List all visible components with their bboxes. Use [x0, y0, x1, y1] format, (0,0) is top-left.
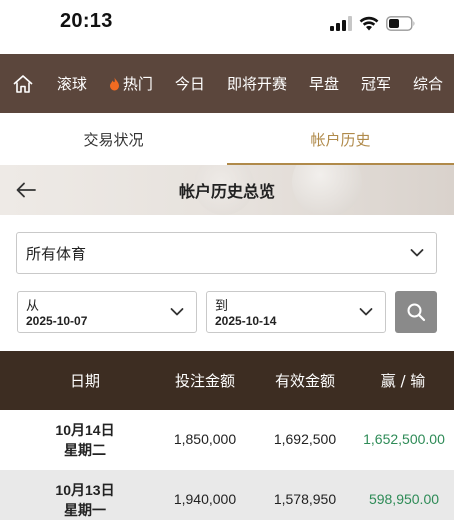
row-valid: 1,578,950: [273, 491, 337, 507]
date-from-value: 2025-10-07: [26, 314, 88, 328]
row-date: 10月14日 星期二: [55, 422, 115, 458]
tab-account-history[interactable]: 帐户历史: [227, 113, 454, 165]
date-to-value: 2025-10-14: [215, 314, 277, 328]
page-header: 帐户历史总览: [0, 165, 454, 215]
sport-select[interactable]: 所有体育: [16, 232, 437, 274]
battery-icon: [386, 15, 416, 31]
page-title: 帐户历史总览: [178, 182, 275, 201]
status-time: 20:13: [60, 10, 113, 32]
nav-item-today[interactable]: 今日: [164, 54, 216, 113]
row-valid: 1,692,500: [273, 431, 337, 447]
nav-item-early[interactable]: 早盘: [298, 54, 350, 113]
nav-item-hot[interactable]: 热门: [98, 54, 164, 113]
chevron-down-icon: [410, 249, 424, 258]
tab-bar: 交易状况 帐户历史: [0, 113, 454, 165]
row-stake: 1,850,000: [173, 431, 237, 447]
row-stake: 1,940,000: [173, 491, 237, 507]
nav-item-live[interactable]: 滚球: [46, 54, 98, 113]
row-date: 10月13日 星期一: [55, 482, 115, 518]
tab-transaction-status[interactable]: 交易状况: [0, 113, 227, 165]
nav-item-combo[interactable]: 综合: [402, 54, 454, 113]
column-header-stake: 投注金额: [174, 372, 235, 390]
table-row[interactable]: 10月14日 星期二 1,850,000 1,692,500 1,652,500…: [0, 410, 454, 470]
row-result: 598,950.00: [368, 491, 440, 507]
signal-icon: [330, 15, 352, 31]
chevron-down-icon: [170, 308, 184, 317]
search-button[interactable]: [395, 291, 437, 333]
sport-select-value: 所有体育: [26, 244, 87, 263]
wifi-icon: [359, 16, 379, 31]
column-header-date: 日期: [69, 372, 100, 390]
date-to-label: 到: [215, 299, 229, 314]
date-to-select[interactable]: 到 2025-10-14: [206, 291, 386, 333]
table-row[interactable]: 10月13日 星期一 1,940,000 1,578,950 598,950.0…: [0, 470, 454, 520]
top-nav: 滚球 热门 今日 即将开赛 早盘 冠军 综合: [0, 54, 454, 113]
chevron-down-icon: [359, 308, 373, 317]
table-header: 日期 投注金额 有效金额 赢 / 输: [0, 351, 454, 410]
search-icon: [407, 303, 426, 322]
date-from-select[interactable]: 从 2025-10-07: [17, 291, 197, 333]
home-icon[interactable]: [0, 54, 46, 113]
row-result: 1,652,500.00: [363, 431, 445, 447]
status-icons: [330, 13, 416, 33]
back-arrow-icon[interactable]: [12, 177, 40, 203]
nav-item-upcoming[interactable]: 即将开赛: [216, 54, 298, 113]
column-header-valid: 有效金额: [274, 372, 335, 390]
date-from-label: 从: [26, 299, 40, 314]
nav-item-outright[interactable]: 冠军: [350, 54, 402, 113]
status-bar: 20:13: [0, 0, 454, 54]
flame-icon: [109, 77, 120, 91]
column-header-result: 赢 / 输: [380, 372, 426, 390]
